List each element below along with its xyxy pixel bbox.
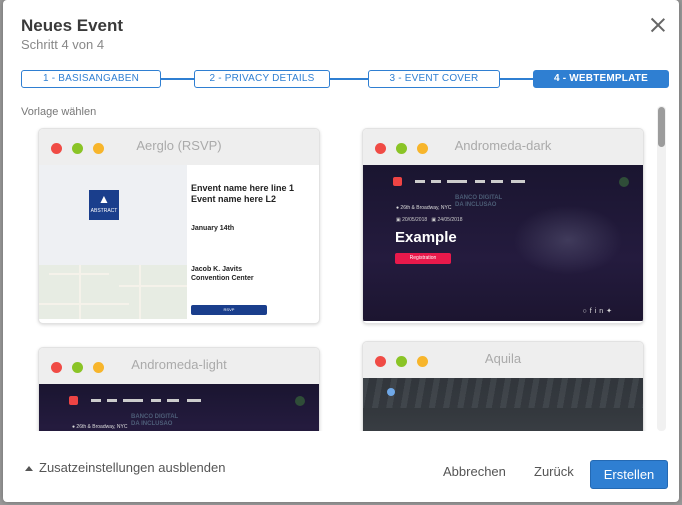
gallery-scrollbar[interactable] (657, 106, 666, 431)
calendar-icon: ▣ (431, 217, 437, 223)
card-header: Andromeda-dark (363, 129, 643, 165)
registration-button-preview: Registration (395, 253, 451, 264)
background-text: BANCO DIGITAL DA INCLUSAO (131, 414, 179, 427)
card-header: Aquila (363, 342, 643, 378)
globe-icon (619, 177, 629, 187)
template-name: Andromeda-light (131, 357, 227, 372)
aerglo-right-panel: Envent name here line 1 Event name here … (187, 165, 319, 319)
new-event-dialog: Neues Event Schritt 4 von 4 1 - BASISANG… (3, 0, 679, 502)
create-button[interactable]: Erstellen (590, 460, 668, 489)
step-webtemplate[interactable]: 4 - WEBTEMPLATE (533, 70, 669, 88)
background-text: BANCO DIGITAL DA INCLUSAO (455, 195, 503, 208)
end-date: 24/05/2018 (437, 217, 463, 223)
toggle-label: Zusatzeinstellungen ausblenden (39, 460, 226, 475)
template-preview (363, 378, 643, 431)
location-preview: ● 26th & Broadway, NYC (396, 205, 451, 211)
preview-nav (363, 177, 643, 187)
step-basisangaben[interactable]: 1 - BASISANGABEN (21, 70, 161, 88)
start-date: 20/05/2018 (402, 217, 428, 223)
back-button[interactable]: Zurück (534, 464, 574, 479)
template-preview: BANCO DIGITAL DA INCLUSAO ● 26th & Broad… (39, 384, 319, 431)
template-preview: ▲ ABSTRACT Envent name here line 1 Event… (39, 165, 319, 321)
abstract-logo: ▲ ABSTRACT (89, 190, 119, 220)
location-text: 26th & Broadway, NYC (400, 205, 452, 211)
location-text: 26th & Broadway, NYC (76, 424, 128, 430)
dialog-title: Neues Event (21, 16, 124, 35)
scrollbar-thumb[interactable] (658, 107, 665, 147)
template-card-andromeda-light[interactable]: Andromeda-light BANCO DIGITAL DA INCLUSA… (38, 347, 320, 431)
template-name: Aquila (484, 351, 522, 366)
template-card-aquila[interactable]: Aquila (362, 341, 644, 431)
pin-icon: ● (396, 205, 400, 211)
step-privacy-details[interactable]: 2 - PRIVACY DETAILS (194, 70, 330, 88)
brand-logo (69, 396, 78, 405)
additional-settings-toggle[interactable]: Zusatzeinstellungen ausblenden (25, 460, 225, 475)
ceiling-image (363, 378, 643, 408)
rsvp-button-preview: RSVP (191, 305, 267, 315)
map-image (39, 265, 187, 319)
cancel-button[interactable]: Abbrechen (443, 464, 506, 479)
wizard-stepper: 1 - BASISANGABEN 2 - PRIVACY DETAILS 3 -… (21, 70, 669, 88)
brand-logo (387, 388, 395, 396)
caret-up-icon (25, 466, 33, 472)
instagram-icon: ○ (582, 308, 590, 315)
brand-logo (393, 177, 402, 186)
section-label-template: Vorlage wählen (21, 106, 97, 118)
preview-nav (39, 396, 319, 406)
close-icon[interactable] (649, 16, 667, 34)
location-preview: ● 26th & Broadway, NYC (72, 424, 127, 430)
stage-image (513, 205, 623, 275)
template-preview: BANCO DIGITAL DA INCLUSAO ● 26th & Broad… (363, 165, 643, 321)
template-card-andromeda-dark[interactable]: Andromeda-dark BANCO DIGITAL DA INCLUSAO… (362, 128, 644, 324)
headline-preview: Example (395, 229, 457, 246)
template-gallery: Aerglo (RSVP) ▲ ABSTRACT Envent name her… (21, 124, 657, 431)
event-date-preview: January 14th (191, 225, 235, 232)
calendar-icon: ▣ (396, 217, 401, 223)
card-header: Aerglo (RSVP) (39, 129, 319, 165)
template-name: Andromeda-dark (454, 138, 552, 153)
twitter-icon: ✦ (606, 308, 615, 315)
aerglo-left-panel: ▲ ABSTRACT (39, 165, 187, 319)
card-header: Andromeda-light (39, 348, 319, 384)
template-card-aerglo[interactable]: Aerglo (RSVP) ▲ ABSTRACT Envent name her… (38, 128, 320, 324)
event-title-preview: Envent name here line 1 Event name here … (191, 183, 295, 204)
linkedin-icon: in (594, 308, 607, 315)
event-venue-preview: Jacob K. Javits Convention Center (191, 266, 254, 282)
dates-preview: ▣ 20/05/2018 ▣ 24/05/2018 (396, 217, 462, 223)
step-event-cover[interactable]: 3 - EVENT COVER (368, 70, 500, 88)
dialog-subtitle: Schritt 4 von 4 (21, 37, 105, 52)
pin-icon: ● (72, 424, 76, 430)
logo-text: ABSTRACT (90, 208, 118, 214)
globe-icon (295, 396, 305, 406)
social-icons: ○fin✦ (582, 307, 615, 315)
template-name: Aerglo (RSVP) (136, 138, 222, 153)
